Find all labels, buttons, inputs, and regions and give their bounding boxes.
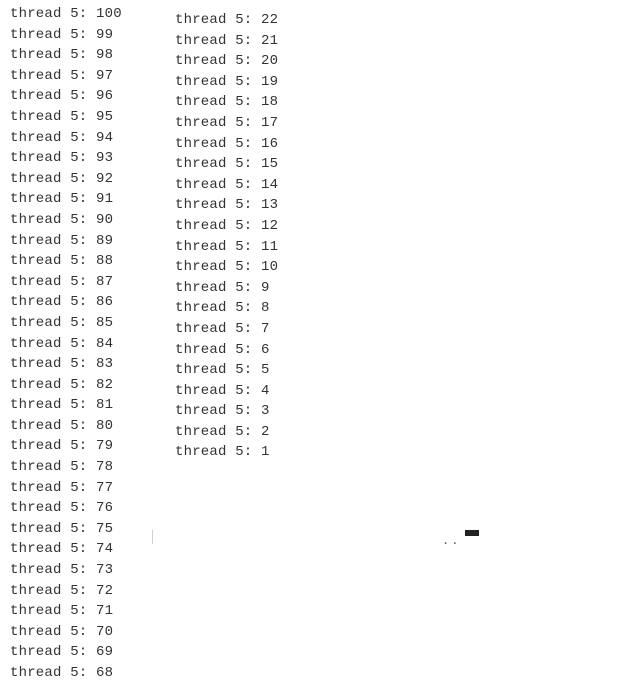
divider-mark <box>152 530 153 544</box>
output-line: thread 5: 21 <box>175 31 278 52</box>
output-line: thread 5: 22 <box>175 10 278 31</box>
output-line: thread 5: 13 <box>175 195 278 216</box>
output-line: thread 5: 87 <box>10 272 165 293</box>
output-line: thread 5: 70 <box>10 622 165 643</box>
output-line: thread 5: 88 <box>10 251 165 272</box>
output-line: thread 5: 8 <box>175 298 278 319</box>
output-line: thread 5: 82 <box>10 375 165 396</box>
output-line: thread 5: 86 <box>10 292 165 313</box>
output-line: thread 5: 15 <box>175 154 278 175</box>
output-line: thread 5: 14 <box>175 175 278 196</box>
output-line: thread 5: 69 <box>10 642 165 663</box>
output-line: thread 5: 91 <box>10 189 165 210</box>
console-output: thread 5: 100thread 5: 99thread 5: 98thr… <box>0 0 636 684</box>
output-line: thread 5: 16 <box>175 134 278 155</box>
output-line: thread 5: 80 <box>10 416 165 437</box>
output-line: thread 5: 77 <box>10 478 165 499</box>
output-line: thread 5: 68 <box>10 663 165 684</box>
output-line: thread 5: 11 <box>175 237 278 258</box>
output-line: thread 5: 100 <box>10 4 165 25</box>
output-column-left: thread 5: 100thread 5: 99thread 5: 98thr… <box>10 4 165 684</box>
output-line: thread 5: 74 <box>10 539 165 560</box>
output-line: thread 5: 92 <box>10 169 165 190</box>
output-line: thread 5: 17 <box>175 113 278 134</box>
output-line: thread 5: 93 <box>10 148 165 169</box>
output-line: thread 5: 79 <box>10 436 165 457</box>
output-line: thread 5: 95 <box>10 107 165 128</box>
output-line: thread 5: 94 <box>10 128 165 149</box>
output-line: thread 5: 6 <box>175 340 278 361</box>
output-line: thread 5: 81 <box>10 395 165 416</box>
output-line: thread 5: 96 <box>10 86 165 107</box>
output-line: thread 5: 97 <box>10 66 165 87</box>
output-line: thread 5: 71 <box>10 601 165 622</box>
output-line: thread 5: 98 <box>10 45 165 66</box>
output-line: thread 5: 5 <box>175 360 278 381</box>
output-line: thread 5: 20 <box>175 51 278 72</box>
output-line: thread 5: 76 <box>10 498 165 519</box>
output-line: thread 5: 73 <box>10 560 165 581</box>
output-line: thread 5: 2 <box>175 422 278 443</box>
output-line: thread 5: 78 <box>10 457 165 478</box>
output-line: thread 5: 90 <box>10 210 165 231</box>
output-line: thread 5: 10 <box>175 257 278 278</box>
output-line: thread 5: 84 <box>10 334 165 355</box>
output-line: thread 5: 4 <box>175 381 278 402</box>
output-line: thread 5: 3 <box>175 401 278 422</box>
output-line: thread 5: 9 <box>175 278 278 299</box>
output-line: thread 5: 75 <box>10 519 165 540</box>
cursor-indicator <box>465 530 479 536</box>
output-line: thread 5: 19 <box>175 72 278 93</box>
dot-mark: .. <box>442 534 460 548</box>
output-line: thread 5: 1 <box>175 442 278 463</box>
output-line: thread 5: 12 <box>175 216 278 237</box>
output-line: thread 5: 83 <box>10 354 165 375</box>
output-line: thread 5: 7 <box>175 319 278 340</box>
output-line: thread 5: 85 <box>10 313 165 334</box>
output-line: thread 5: 89 <box>10 231 165 252</box>
output-line: thread 5: 99 <box>10 25 165 46</box>
output-line: thread 5: 72 <box>10 581 165 602</box>
output-line: thread 5: 18 <box>175 92 278 113</box>
output-column-right: thread 5: 22thread 5: 21thread 5: 20thre… <box>165 4 278 463</box>
